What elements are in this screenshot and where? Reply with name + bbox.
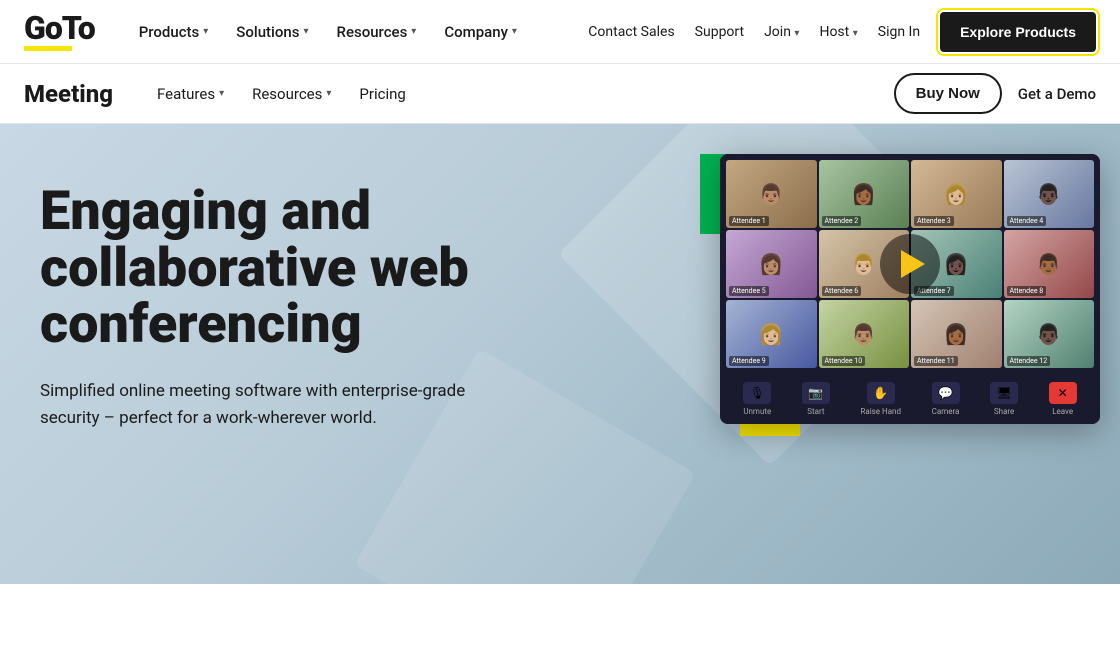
- chevron-down-icon: ▾: [794, 28, 799, 39]
- sign-in-link[interactable]: Sign In: [878, 24, 920, 40]
- join-link[interactable]: Join ▾: [764, 24, 799, 40]
- hero-video-wrapper: 👨🏽Attendee 1 👩🏾Attendee 2 👩🏼Attendee 3 👨…: [720, 154, 1100, 424]
- video-toolbar: 🎙 Unmute 📷 Start ✋ Raise Hand 💬 Camera 🖥: [720, 374, 1100, 424]
- raise-hand-icon: ✋: [867, 382, 895, 404]
- chevron-down-icon: ▾: [303, 26, 308, 37]
- nav-item-products[interactable]: Products ▾: [127, 15, 221, 49]
- video-thumb-12: 👨🏿Attendee 12: [1004, 300, 1095, 368]
- top-navigation: GoTo Products ▾ Solutions ▾ Resources ▾ …: [0, 0, 1120, 64]
- chevron-down-icon: ▾: [203, 26, 208, 37]
- video-thumb-5: 👩🏽Attendee 5: [726, 230, 817, 298]
- host-link[interactable]: Host ▾: [819, 24, 857, 40]
- video-thumb-8: 👨🏾Attendee 8: [1004, 230, 1095, 298]
- top-nav-right: Contact Sales Support Join ▾ Host ▾ Sign…: [588, 12, 1096, 52]
- nav-item-solutions[interactable]: Solutions ▾: [224, 15, 320, 49]
- sub-navigation: Meeting Features ▾ Resources ▾ Pricing B…: [0, 64, 1120, 124]
- sub-nav-features[interactable]: Features ▾: [145, 77, 236, 111]
- toolbar-raise-hand-label: Raise Hand: [860, 407, 901, 416]
- video-thumb-1: 👨🏽Attendee 1: [726, 160, 817, 228]
- microphone-icon: 🎙: [743, 382, 771, 404]
- play-button[interactable]: [880, 234, 940, 294]
- toolbar-raise-hand-button[interactable]: ✋ Raise Hand: [860, 382, 901, 416]
- sub-nav-links: Features ▾ Resources ▾ Pricing: [145, 77, 418, 111]
- toolbar-camera-label: Start: [807, 407, 824, 416]
- hero-subtitle: Simplified online meeting software with …: [40, 378, 480, 432]
- chevron-down-icon: ▾: [219, 88, 224, 99]
- goto-logo[interactable]: GoTo: [24, 12, 95, 51]
- toolbar-share-button[interactable]: 🖥 Share: [990, 382, 1018, 416]
- buy-now-button[interactable]: Buy Now: [894, 73, 1002, 114]
- logo-underline: [24, 46, 72, 51]
- hero-section: Engaging and collaborative web conferenc…: [0, 124, 1120, 584]
- nav-item-company[interactable]: Company ▾: [432, 15, 529, 49]
- sub-nav-pricing[interactable]: Pricing: [347, 77, 417, 111]
- play-icon: [901, 250, 925, 278]
- video-thumb-11: 👩🏾Attendee 11: [911, 300, 1002, 368]
- video-thumb-10: 👨🏽Attendee 10: [819, 300, 910, 368]
- chevron-down-icon: ▾: [326, 88, 331, 99]
- video-thumb-2: 👩🏾Attendee 2: [819, 160, 910, 228]
- sub-nav-right: Buy Now Get a Demo: [894, 73, 1096, 114]
- toolbar-chat-button[interactable]: 💬 Camera: [932, 382, 960, 416]
- video-thumb-3: 👩🏼Attendee 3: [911, 160, 1002, 228]
- support-link[interactable]: Support: [695, 24, 744, 40]
- camera-icon: 📷: [802, 382, 830, 404]
- toolbar-unmute-label: Unmute: [743, 407, 771, 416]
- sub-nav-left: Meeting Features ▾ Resources ▾ Pricing: [24, 77, 418, 111]
- get-demo-link[interactable]: Get a Demo: [1018, 85, 1096, 103]
- logo-text: GoTo: [24, 12, 95, 44]
- chevron-down-icon: ▾: [853, 28, 858, 39]
- main-nav: Products ▾ Solutions ▾ Resources ▾ Compa…: [127, 15, 529, 49]
- chat-icon: 💬: [932, 382, 960, 404]
- toolbar-leave-label: Leave: [1052, 407, 1073, 416]
- toolbar-chat-label: Camera: [932, 407, 960, 416]
- nav-item-resources[interactable]: Resources ▾: [325, 15, 429, 49]
- video-grid: 👨🏽Attendee 1 👩🏾Attendee 2 👩🏼Attendee 3 👨…: [720, 154, 1100, 374]
- chevron-down-icon: ▾: [411, 26, 416, 37]
- toolbar-leave-button[interactable]: ✕ Leave: [1049, 382, 1077, 416]
- hero-content: Engaging and collaborative web conferenc…: [40, 184, 600, 432]
- video-thumb-4: 👨🏿Attendee 4: [1004, 160, 1095, 228]
- product-brand-name: Meeting: [24, 80, 113, 108]
- chevron-down-icon: ▾: [512, 26, 517, 37]
- explore-products-button[interactable]: Explore Products: [940, 12, 1096, 52]
- top-nav-left: GoTo Products ▾ Solutions ▾ Resources ▾ …: [24, 12, 529, 51]
- toolbar-unmute-button[interactable]: 🎙 Unmute: [743, 382, 771, 416]
- contact-sales-link[interactable]: Contact Sales: [588, 24, 674, 40]
- video-thumb-9: 👩🏼Attendee 9: [726, 300, 817, 368]
- hero-title: Engaging and collaborative web conferenc…: [40, 184, 600, 354]
- share-icon: 🖥: [990, 382, 1018, 404]
- toolbar-share-label: Share: [994, 407, 1014, 416]
- toolbar-camera-button[interactable]: 📷 Start: [802, 382, 830, 416]
- top-right-links: Contact Sales Support Join ▾ Host ▾ Sign…: [588, 24, 920, 40]
- leave-icon: ✕: [1049, 382, 1077, 404]
- video-card[interactable]: 👨🏽Attendee 1 👩🏾Attendee 2 👩🏼Attendee 3 👨…: [720, 154, 1100, 424]
- sub-nav-resources[interactable]: Resources ▾: [240, 77, 343, 111]
